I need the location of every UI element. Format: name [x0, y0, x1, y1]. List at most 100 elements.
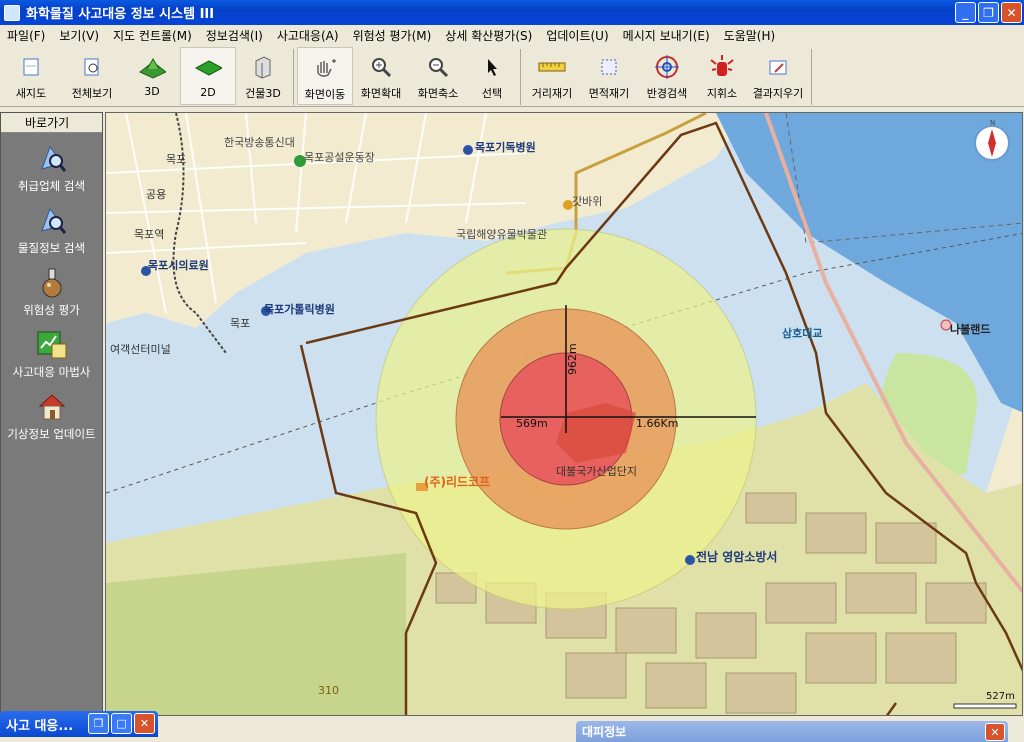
label-terminal: 여객선터미널 — [110, 343, 171, 356]
menu-send-message[interactable]: 메시지 보내기(E) — [616, 27, 717, 44]
full-view-icon — [78, 53, 106, 81]
label-land: 나불랜드 — [950, 322, 990, 336]
select-button[interactable]: 선택 — [467, 47, 517, 105]
accident-response-window[interactable]: 사고 대응... ❐ □ ✕ — [0, 711, 158, 737]
toolbar-label: 선택 — [481, 87, 503, 100]
ruler-icon — [538, 53, 566, 81]
label-bridge: 삼호대교 — [782, 326, 822, 340]
zoom-out-icon — [424, 53, 452, 81]
restore-button[interactable]: ❐ — [978, 2, 999, 23]
toolbar-label: 면적재기 — [588, 87, 630, 100]
menu-dispersion[interactable]: 상세 확산평가(S) — [438, 27, 539, 44]
measure-distance-button[interactable]: 거리재기 — [524, 47, 580, 105]
label-hospital2: 목포시의료원 — [148, 258, 209, 272]
menu-accident-response[interactable]: 사고대응(A) — [270, 27, 346, 44]
zoom-in-icon — [367, 53, 395, 81]
scale-label: 527m — [986, 691, 1015, 702]
sidebar-item-company-search[interactable]: 취급업체 검색 — [1, 143, 102, 195]
svg-text:N: N — [990, 119, 995, 127]
menu-file[interactable]: 파일(F) — [0, 27, 52, 44]
2d-button[interactable]: 2D — [180, 47, 236, 105]
clear-results-icon — [764, 53, 792, 81]
label-fire-station: 전남 영암소방서 — [696, 549, 777, 564]
command-post-button[interactable]: 지휘소 — [696, 47, 748, 105]
label-sports: 목포공설운동장 — [304, 151, 375, 164]
map-svg[interactable]: N 목포기독병원 목포시의료원 목포가톨릭병원 한국방송통신대 목포공설운동장 … — [106, 113, 1023, 716]
sidebar-item-risk-assessment[interactable]: 위험성 평가 — [1, 267, 102, 319]
toolbar-label: 화면축소 — [417, 87, 459, 100]
accident-response-title: 사고 대응... — [6, 718, 74, 734]
close-button[interactable]: ✕ — [1001, 2, 1022, 23]
flask-icon — [35, 267, 69, 299]
toolbar-label: 건물3D — [245, 87, 281, 100]
3d-terrain-icon — [138, 53, 166, 81]
close-icon[interactable]: ✕ — [985, 723, 1005, 741]
close-icon[interactable]: ✕ — [134, 713, 155, 734]
label-station2: 공용 — [146, 188, 166, 201]
label-station1: 목포 — [166, 153, 186, 166]
sidebar-item-label: 취급업체 검색 — [17, 179, 86, 193]
evacuation-info-window[interactable]: 대피정보 ✕ — [576, 721, 1008, 742]
toolbar-label: 결과지우기 — [752, 87, 804, 100]
menu-help[interactable]: 도움말(H) — [717, 27, 783, 44]
radius-search-icon — [653, 53, 681, 81]
label-broadcast: 한국방송통신대 — [224, 136, 295, 149]
sidebar-item-label: 기상정보 업데이트 — [7, 427, 96, 441]
full-view-button[interactable]: 전체보기 — [60, 47, 124, 105]
menu-view[interactable]: 보기(V) — [52, 27, 106, 44]
toolbar-separator — [811, 49, 812, 105]
toolbar-label: 지휘소 — [706, 87, 738, 100]
label-company: (주)리드코프 — [424, 474, 490, 489]
toolbar-separator — [520, 49, 521, 105]
menu-update[interactable]: 업데이트(U) — [539, 27, 615, 44]
sidebar-item-substance-search[interactable]: 물질정보 검색 — [1, 205, 102, 257]
substance-search-icon — [35, 205, 69, 237]
toolbar-label: 화면확대 — [360, 87, 402, 100]
toolbar-label: 새지도 — [15, 87, 47, 100]
measure-right-label: 1.66Km — [636, 417, 678, 430]
sidebar-item-weather-update[interactable]: 기상정보 업데이트 — [1, 391, 102, 443]
toolbar-label: 거리재기 — [531, 87, 573, 100]
zoom-out-button[interactable]: 화면축소 — [409, 47, 467, 105]
map-canvas[interactable]: N 목포기독병원 목포시의료원 목포가톨릭병원 한국방송통신대 목포공설운동장 … — [105, 112, 1023, 716]
clear-results-button[interactable]: 결과지우기 — [748, 47, 808, 105]
new-map-icon — [17, 53, 45, 81]
new-map-button[interactable]: 새지도 — [2, 47, 60, 105]
label-station3: 목포역 — [134, 228, 164, 241]
sidebar-header: 바로가기 — [1, 113, 102, 133]
toolbar-label: 3D — [144, 85, 160, 98]
restore-icon[interactable]: ❐ — [88, 713, 109, 734]
measure-area-button[interactable]: 면적재기 — [580, 47, 638, 105]
label-hospital3: 목포가톨릭병원 — [264, 302, 335, 316]
wizard-chart-icon — [35, 329, 69, 361]
pan-button[interactable]: 화면이동 — [297, 47, 353, 105]
label-museum: 국립해양유물박물관 — [456, 227, 547, 241]
title-bar: 화학물질 사고대응 정보 시스템 III _ ❐ ✕ — [0, 0, 1024, 25]
select-arrow-icon — [478, 53, 506, 81]
pan-hand-icon — [311, 54, 339, 82]
zoom-in-button[interactable]: 화면확대 — [353, 47, 409, 105]
weather-house-icon — [35, 391, 69, 423]
building-3d-button[interactable]: 건물3D — [236, 47, 290, 105]
radius-search-button[interactable]: 반경검색 — [638, 47, 696, 105]
3d-button[interactable]: 3D — [124, 47, 180, 105]
menu-risk-assessment[interactable]: 위험성 평가(M) — [346, 27, 439, 44]
label-road: 310 — [318, 684, 339, 697]
toolbar: 새지도 전체보기 3D 2D 건물3D 화면이동 화면확대 화면축소 선택 거리… — [0, 45, 1024, 107]
toolbar-label: 반경검색 — [646, 87, 688, 100]
measure-left-label: 569m — [516, 417, 548, 430]
company-search-icon — [35, 143, 69, 175]
menu-info-search[interactable]: 정보검색(I) — [199, 27, 270, 44]
command-post-icon — [708, 53, 736, 81]
toolbar-label: 2D — [200, 86, 216, 99]
toolbar-label: 전체보기 — [71, 87, 113, 100]
maximize-icon[interactable]: □ — [111, 713, 132, 734]
toolbar-label: 화면이동 — [304, 88, 346, 101]
sidebar-item-response-wizard[interactable]: 사고대응 마법사 — [1, 329, 102, 381]
menu-map-control[interactable]: 지도 컨트롤(M) — [106, 27, 199, 44]
label-industrial: 대불국가산업단지 — [556, 465, 637, 478]
building-3d-icon — [249, 53, 277, 81]
scale-bar — [953, 703, 1017, 709]
minimize-button[interactable]: _ — [955, 2, 976, 23]
label-station4: 목포 — [230, 317, 250, 330]
